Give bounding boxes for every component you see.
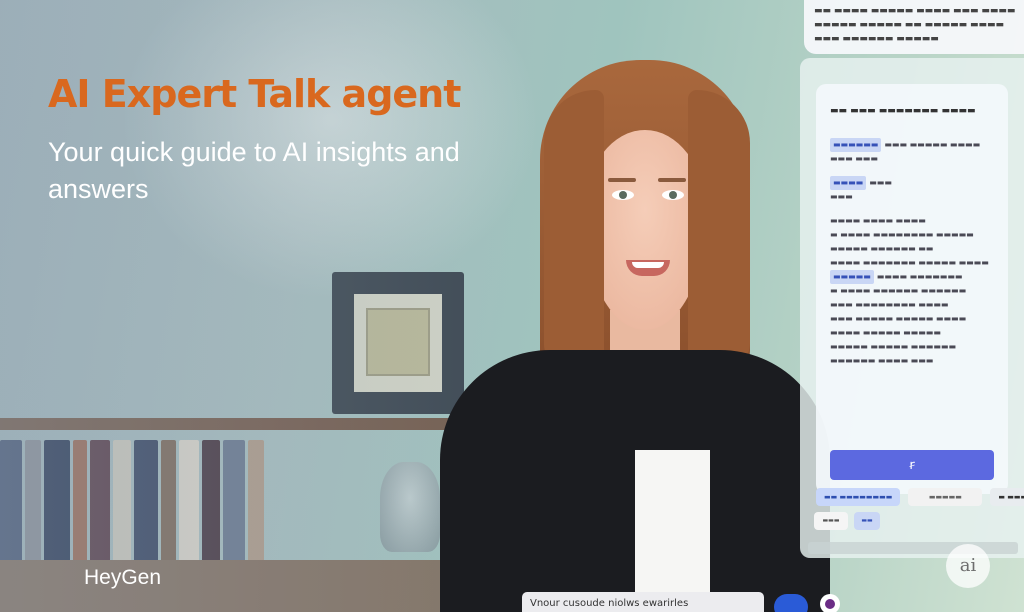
avatar-shirt [635,450,710,612]
avatar-eye [662,190,684,200]
panel-action-buttons: ▬▬ ▬▬▬▬▬▬▬▬ ▬▬▬▬▬ ▬ ▬▬▬ [816,488,1024,506]
avatar-hair-left [544,90,604,370]
tag-chip: ▬▬▬▬ [830,176,867,190]
page-title: AI Expert Talk agent [48,72,461,116]
blurred-text-line: ▬▬▬ ▬▬▬▬▬▬ ▬▬▬▬▬ [814,34,939,44]
chat-panel: ▬▬ ▬▬▬ ▬▬▬▬▬▬▬ ▬▬▬▬ ▬▬▬▬▬▬ ▬▬▬ ▬▬▬▬▬ ▬▬▬▬… [800,58,1024,558]
small-option-button[interactable]: ▬▬▬ [814,512,848,530]
microphone-button[interactable] [774,594,808,612]
chat-row: ▬▬▬▬▬ ▬▬▬▬▬▬ ▬▬ [830,244,934,253]
avatar-eye [612,190,634,200]
avatar-hair-right [688,90,750,370]
chat-row: ▬ ▬▬▬▬ ▬▬▬▬▬▬ ▬▬▬▬▬▬ [830,286,967,295]
brand-logo: HeyGen [84,566,162,589]
chat-row: ▬▬▬▬ ▬▬▬▬ ▬▬▬▬ [830,216,926,225]
panel-scrollbar[interactable] [808,542,1018,554]
blurred-text-line: ▬▬▬▬▬ ▬▬▬▬▬ ▬▬ ▬▬▬▬▬ ▬▬▬▬ [814,20,1005,30]
chat-row: ▬▬▬▬▬ ▬▬▬▬ ▬▬▬▬▬▬▬ [830,270,998,284]
chat-row: ▬▬▬▬▬▬ ▬▬▬▬ ▬▬▬ [830,356,934,365]
record-icon [825,599,835,609]
watermark-icon: ai [946,544,990,588]
chat-row: ▬▬▬ ▬▬▬▬▬▬▬▬ ▬▬▬▬ [830,300,949,309]
send-button[interactable]: ꞧ [830,450,994,480]
record-button[interactable] [820,594,840,612]
chat-header: ▬▬ ▬▬▬ ▬▬▬▬▬▬▬ ▬▬▬▬ [830,106,976,116]
chat-row: ▬ ▬▬▬▬ ▬▬▬▬▬▬▬▬ ▬▬▬▬▬ [830,230,974,239]
chat-row: ▬▬▬▬ ▬▬▬▬▬ ▬▬▬▬▬ [830,328,941,337]
message-input[interactable]: Vnour cusoude niolws ewarirles [522,592,764,612]
hero-text: AI Expert Talk agent Your quick guide to… [48,72,488,208]
chat-row: ▬▬▬▬ ▬▬▬ [830,176,998,190]
blurred-text-line: ▬▬ ▬▬▬▬ ▬▬▬▬▬ ▬▬▬▬ ▬▬▬ ▬▬▬▬ [814,6,1016,16]
chat-row: ▬▬▬ ▬▬▬▬▬ ▬▬▬▬▬ ▬▬▬▬ [830,314,967,323]
tag-chip: ▬▬▬▬▬ [830,270,874,284]
chat-row: ▬▬▬ ▬▬▬ [830,154,878,163]
panel-small-buttons: ▬▬▬ ▬▬ [814,512,880,530]
avatar-brow [658,178,686,182]
action-chip-secondary[interactable]: ▬▬▬▬▬ [908,488,983,506]
chat-row: ▬▬▬ [830,192,853,201]
top-message-card: ▬▬ ▬▬▬▬ ▬▬▬▬▬ ▬▬▬▬ ▬▬▬ ▬▬▬▬ ▬▬▬▬▬ ▬▬▬▬▬ … [804,0,1024,54]
page-subtitle: Your quick guide to AI insights and answ… [48,137,460,204]
chat-row: ▬▬▬▬▬▬ ▬▬▬ ▬▬▬▬▬ ▬▬▬▬ [830,138,998,152]
chat-row: ▬▬▬▬▬ ▬▬▬▬▬ ▬▬▬▬▬▬ [830,342,957,351]
chat-row: ▬▬▬▬ ▬▬▬▬▬▬▬ ▬▬▬▬▬ ▬▬▬▬ [830,258,989,267]
avatar-brow [608,178,636,182]
avatar-presenter [440,60,830,612]
action-chip-tertiary[interactable]: ▬ ▬▬▬ [990,488,1024,506]
action-chip-primary[interactable]: ▬▬ ▬▬▬▬▬▬▬▬ [816,488,901,506]
tag-chip: ▬▬▬▬▬▬ [830,138,882,152]
chat-window: ▬▬ ▬▬▬ ▬▬▬▬▬▬▬ ▬▬▬▬ ▬▬▬▬▬▬ ▬▬▬ ▬▬▬▬▬ ▬▬▬▬… [816,84,1008,494]
small-option-button[interactable]: ▬▬ [854,512,880,530]
